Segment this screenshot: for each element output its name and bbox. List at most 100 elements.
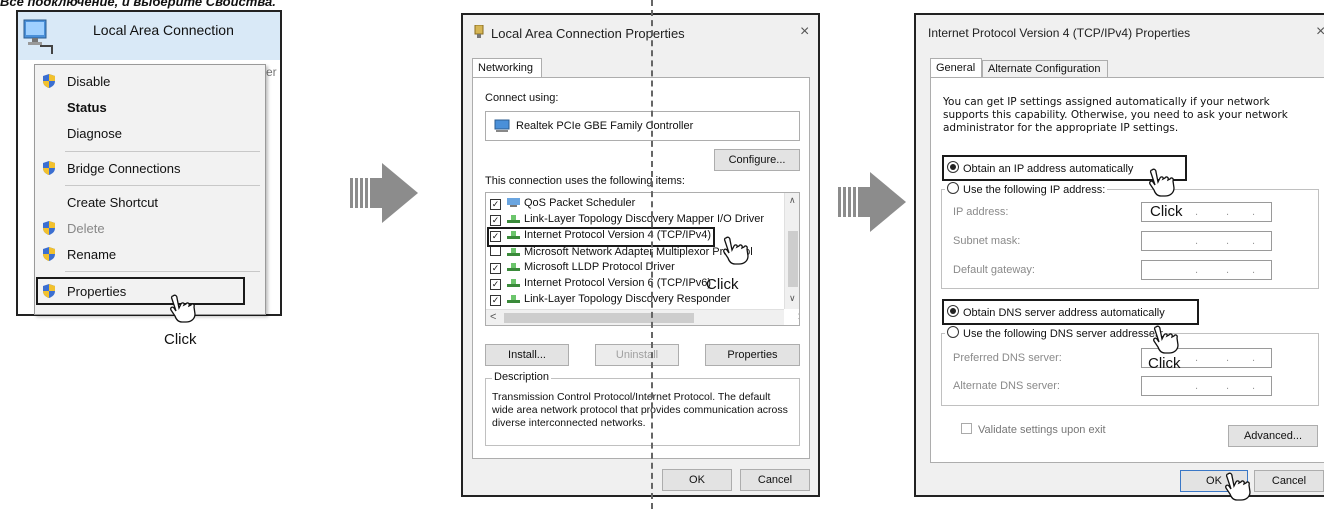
menu-item-diagnose[interactable]: Diagnose bbox=[67, 126, 122, 141]
hand-cursor-icon bbox=[170, 294, 196, 323]
network-adapter-icon bbox=[494, 119, 510, 132]
vertical-scrollbar[interactable]: ∧ ∨ bbox=[784, 193, 799, 309]
connect-using-label: Connect using: bbox=[485, 92, 559, 104]
general-tab-body: You can get IP settings assigned automat… bbox=[930, 77, 1324, 463]
properties-button[interactable]: Properties bbox=[705, 344, 800, 366]
network-adapter-icon bbox=[474, 25, 484, 38]
shield-icon bbox=[43, 221, 55, 235]
checkbox[interactable] bbox=[961, 423, 972, 434]
shield-icon bbox=[43, 161, 55, 175]
description-text: Transmission Control Protocol/Internet P… bbox=[492, 391, 788, 429]
arrow-right-icon bbox=[350, 163, 418, 223]
subnet-mask-input[interactable]: ... bbox=[1141, 231, 1272, 251]
network-connection-icon bbox=[23, 19, 53, 54]
scroll-down-icon[interactable]: ∨ bbox=[789, 293, 796, 304]
description-group: Description Transmission Control Protoco… bbox=[485, 371, 800, 446]
checkbox[interactable]: ✓ bbox=[490, 215, 501, 226]
menu-item-status[interactable]: Status bbox=[67, 100, 107, 115]
uninstall-button[interactable]: Uninstall bbox=[595, 344, 679, 366]
adapter-name: Realtek PCIe GBE Family Controller bbox=[516, 120, 694, 132]
shield-icon bbox=[43, 247, 55, 261]
intro-text: You can get IP settings assigned automat… bbox=[943, 96, 1288, 134]
qos-icon bbox=[507, 198, 520, 207]
default-gateway-input[interactable]: ... bbox=[1141, 260, 1272, 280]
protocol-icon bbox=[507, 215, 520, 223]
window-title: Local Area Connection Properties bbox=[491, 26, 685, 41]
checkbox[interactable]: ✓ bbox=[490, 295, 501, 306]
hand-cursor-icon bbox=[723, 236, 749, 265]
menu-item-rename[interactable]: Rename bbox=[67, 247, 116, 262]
radio-button[interactable] bbox=[947, 326, 959, 338]
list-item[interactable]: ✓ Link-Layer Topology Discovery Responder bbox=[490, 293, 730, 309]
step1-panel: Local Area Connection er Disable Status … bbox=[16, 10, 282, 316]
validate-label: Validate settings upon exit bbox=[978, 424, 1106, 436]
protocol-icon bbox=[507, 279, 520, 287]
menu-separator bbox=[65, 271, 260, 272]
networking-tab-body: Connect using: Realtek PCIe GBE Family C… bbox=[472, 77, 810, 459]
cancel-button[interactable]: Cancel bbox=[740, 469, 810, 491]
configure-button[interactable]: Configure... bbox=[714, 149, 800, 171]
menu-separator bbox=[65, 185, 260, 186]
tab-networking[interactable]: Networking bbox=[472, 58, 542, 78]
scroll-thumb[interactable] bbox=[504, 313, 694, 323]
step3-panel: Internet Protocol Version 4 (TCP/IPv4) P… bbox=[914, 13, 1324, 497]
list-item[interactable]: Microsoft Network Adapter Multiplexor Pr… bbox=[490, 245, 753, 261]
item-label: QoS Packet Scheduler bbox=[524, 197, 636, 209]
validate-option[interactable]: Validate settings upon exit bbox=[961, 423, 1106, 436]
close-icon[interactable]: × bbox=[800, 23, 809, 41]
protocol-icon bbox=[507, 248, 520, 256]
advanced-button[interactable]: Advanced... bbox=[1228, 425, 1318, 447]
list-item[interactable]: ✓ Microsoft LLDP Protocol Driver bbox=[490, 261, 675, 277]
checkbox[interactable]: ✓ bbox=[490, 263, 501, 274]
horizontal-scrollbar[interactable]: < > bbox=[486, 309, 799, 325]
radio-button[interactable] bbox=[947, 182, 959, 194]
arrow-right-icon bbox=[838, 172, 906, 232]
list-item[interactable]: ✓ Internet Protocol Version 6 (TCP/IPv6) bbox=[490, 277, 711, 293]
item-label: Link-Layer Topology Discovery Mapper I/O… bbox=[524, 213, 765, 225]
click-label: Click bbox=[1148, 355, 1181, 372]
click-label: Click bbox=[706, 276, 739, 293]
preferred-dns-label: Preferred DNS server: bbox=[953, 352, 1062, 364]
menu-item-delete[interactable]: Delete bbox=[67, 221, 105, 236]
item-label: Link-Layer Topology Discovery Responder bbox=[524, 293, 731, 305]
ip-address-label: IP address: bbox=[953, 206, 1009, 218]
click-label: Click bbox=[164, 331, 197, 348]
use-dns-label: Use the following DNS server addresses: bbox=[963, 328, 1164, 340]
cancel-button[interactable]: Cancel bbox=[1254, 470, 1324, 492]
click-label: Click bbox=[1150, 203, 1183, 220]
hand-cursor-icon bbox=[1153, 325, 1179, 354]
context-menu: Disable Status Diagnose Bridge Connectio… bbox=[34, 64, 266, 315]
subnet-mask-label: Subnet mask: bbox=[953, 235, 1021, 247]
checkbox[interactable]: ✓ bbox=[490, 199, 501, 210]
menu-separator bbox=[65, 151, 260, 152]
item-label: Microsoft Network Adapter Multiplexor Pr… bbox=[524, 246, 753, 258]
tab-general[interactable]: General bbox=[930, 58, 982, 78]
use-dns-option[interactable]: Use the following DNS server addresses: bbox=[945, 326, 1166, 340]
connection-title: Local Area Connection bbox=[93, 22, 234, 38]
guide-line bbox=[651, 0, 653, 509]
list-item[interactable]: ✓ QoS Packet Scheduler bbox=[490, 197, 635, 213]
scroll-left-icon[interactable]: < bbox=[490, 311, 496, 323]
use-ip-label: Use the following IP address: bbox=[963, 184, 1106, 196]
menu-item-disable[interactable]: Disable bbox=[67, 74, 110, 89]
item-label: Internet Protocol Version 6 (TCP/IPv6) bbox=[524, 277, 712, 289]
menu-item-create-shortcut[interactable]: Create Shortcut bbox=[67, 195, 158, 210]
step2-panel: Local Area Connection Properties × Netwo… bbox=[461, 13, 820, 497]
checkbox[interactable]: ✓ bbox=[490, 279, 501, 290]
partial-text: er bbox=[266, 65, 277, 79]
description-title: Description bbox=[492, 371, 552, 383]
hand-cursor-icon bbox=[1149, 168, 1175, 197]
obtain-dns-highlight bbox=[942, 299, 1199, 325]
close-icon[interactable]: × bbox=[1316, 23, 1324, 41]
install-button[interactable]: Install... bbox=[485, 344, 569, 366]
ok-button[interactable]: OK bbox=[662, 469, 732, 491]
scroll-up-icon[interactable]: ∧ bbox=[789, 195, 796, 206]
scroll-thumb[interactable] bbox=[788, 231, 798, 287]
tab-alternate-configuration[interactable]: Alternate Configuration bbox=[982, 60, 1108, 78]
menu-item-bridge-connections[interactable]: Bridge Connections bbox=[67, 161, 180, 176]
ipv4-highlight bbox=[487, 227, 715, 247]
alternate-dns-input[interactable]: ... bbox=[1141, 376, 1272, 396]
scroll-right-icon[interactable]: > bbox=[798, 311, 799, 323]
use-ip-option[interactable]: Use the following IP address: bbox=[945, 182, 1108, 196]
window-title: Internet Protocol Version 4 (TCP/IPv4) P… bbox=[928, 26, 1191, 40]
